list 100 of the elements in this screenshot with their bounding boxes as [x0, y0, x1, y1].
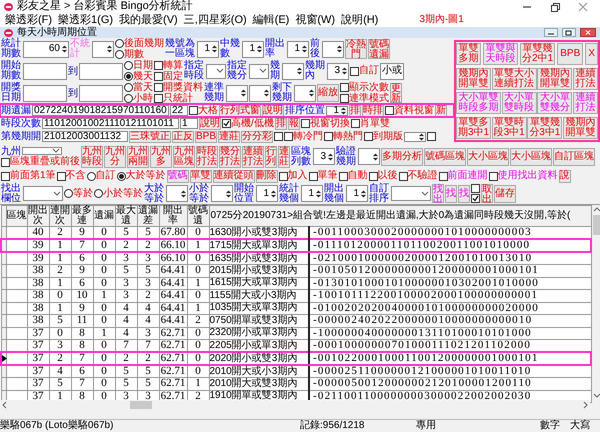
radio-button[interactable]: 後面幾期 [115, 38, 164, 48]
action-button[interactable]: 單雙幾分3中1 [527, 116, 562, 139]
spin-field[interactable] [166, 185, 188, 202]
radio-button[interactable]: 當天 [124, 82, 153, 92]
action-button[interactable]: 連續打法 [242, 146, 264, 168]
text-field[interactable]: 1 [180, 118, 198, 129]
action-button[interactable]: 九州多 [150, 146, 172, 168]
spin-field[interactable]: 1 [301, 185, 323, 202]
spin-field[interactable] [282, 62, 304, 80]
action-button[interactable]: 號碼遺漏 [368, 39, 390, 59]
close-icon[interactable] [578, 2, 588, 12]
action-button[interactable]: BPB [557, 43, 584, 66]
action-button[interactable]: BPB [195, 130, 218, 142]
menu-item[interactable]: 編輯(E) [250, 14, 292, 26]
horizontal-scrollbar[interactable] [0, 400, 590, 410]
radio-button[interactable]: 自訂 [86, 171, 116, 181]
action-button[interactable]: 大小單雙時段多期 [456, 92, 501, 114]
action-button[interactable]: 儲存 [494, 184, 516, 202]
menu-item[interactable]: 樂透彩(F) [2, 14, 56, 26]
action-button[interactable]: 行列式窗 [219, 104, 261, 116]
spin-field[interactable]: 60 [23, 40, 69, 58]
checkbox[interactable] [471, 184, 480, 193]
text-field[interactable]: 110120010021110121101011 [42, 118, 179, 129]
checkbox[interactable]: 高機/低機 [222, 118, 274, 128]
checkbox[interactable]: 加入 [278, 171, 308, 181]
action-button[interactable]: 新 [435, 104, 447, 116]
action-button[interactable]: 單雙 [190, 170, 212, 182]
action-button[interactable]: 大小單雙時段 [502, 92, 537, 114]
action-button[interactable]: 連莊 [218, 130, 240, 142]
action-button[interactable]: 時排 [362, 104, 384, 116]
action-button[interactable]: 九州區塊 [173, 146, 195, 168]
checkbox[interactable]: 只統計 [154, 94, 193, 104]
checkbox[interactable]: 區塊重疊或前後 [1, 157, 80, 167]
menu-item[interactable]: 三,四星彩(O) [180, 14, 250, 26]
action-button[interactable]: 找 [458, 184, 470, 202]
checkbox[interactable] [471, 194, 480, 204]
checkbox[interactable]: 視窗切換 [300, 118, 350, 128]
action-button[interactable]: 多期分析 [381, 148, 423, 166]
radio-button[interactable]: 小時 [124, 94, 153, 104]
spin-field[interactable]: 1 [326, 106, 348, 116]
radio-button[interactable]: 期數 [115, 50, 144, 60]
dropdown-field[interactable] [23, 186, 63, 201]
action-button[interactable]: 連續打法 [572, 68, 598, 90]
checkbox[interactable]: 自動 [338, 171, 368, 181]
action-button[interactable]: 幾分打法 [219, 146, 241, 168]
action-button[interactable]: 號碼 [166, 170, 189, 182]
action-button[interactable]: 大小單雙幾分 [537, 92, 572, 114]
spin-field[interactable]: 1 [242, 40, 264, 58]
checkbox[interactable] [427, 132, 436, 141]
spin-field[interactable] [322, 40, 344, 58]
action-button[interactable]: 取出 [481, 184, 493, 203]
checkbox[interactable]: 顯示次數 [340, 82, 389, 92]
menu-item[interactable]: 視窗(W) [292, 14, 338, 26]
spin-field[interactable] [404, 132, 426, 142]
action-button[interactable]: 說明 [199, 118, 221, 130]
radio-button[interactable]: 小於等於 [94, 188, 143, 198]
radio-button[interactable]: 幾天 [124, 72, 153, 82]
checkbox[interactable]: 到期版 [364, 132, 404, 142]
text-field[interactable] [23, 62, 67, 80]
text-field[interactable] [79, 84, 123, 102]
action-button[interactable]: X [585, 43, 598, 66]
action-button[interactable]: 正反 [172, 130, 194, 142]
text-field[interactable]: 小或 [380, 62, 404, 80]
action-button[interactable]: 說 [558, 170, 571, 182]
spin-field[interactable] [294, 84, 316, 102]
dropdown-field[interactable] [206, 64, 226, 78]
radio-button[interactable]: 日期 [124, 60, 153, 70]
action-button[interactable]: 大小區塊 [510, 148, 552, 166]
spin-field[interactable] [92, 40, 114, 58]
checkbox[interactable]: 轉算 [154, 60, 183, 70]
text-field[interactable]: 22 [170, 105, 188, 116]
dropdown-field[interactable] [391, 186, 431, 201]
action-button[interactable]: 排 [349, 104, 361, 116]
action-button[interactable]: 時段打法 [196, 146, 218, 168]
text-field[interactable] [79, 62, 123, 80]
action-button[interactable]: 單雙幾分2中1 [520, 43, 556, 66]
action-button[interactable]: 單雙時段3中1 [492, 116, 527, 139]
spin-field[interactable]: 3 [313, 148, 335, 165]
radio-button[interactable]: 大於等於 [116, 171, 166, 181]
action-button[interactable]: 九州分 [104, 146, 126, 168]
checkbox[interactable]: 開獎資料 [154, 82, 203, 92]
spin-field[interactable]: 1 [287, 40, 309, 58]
action-button[interactable]: 縮放 [317, 84, 339, 102]
spin-field[interactable] [211, 185, 233, 202]
spin-field[interactable]: 1 [346, 185, 368, 202]
checkbox[interactable]: 轉熱門 [324, 132, 364, 142]
action-button[interactable]: 幾期內開單雙 [537, 68, 572, 90]
text-field[interactable]: 21012003001132 [42, 131, 128, 142]
menu-item[interactable]: 我的最愛(V) [116, 14, 181, 26]
checkbox[interactable]: 大格 [189, 106, 218, 116]
text-field[interactable] [23, 84, 67, 102]
checkbox[interactable]: 固定 [154, 72, 183, 82]
action-button[interactable]: 找 [445, 184, 457, 202]
checkbox[interactable]: 連準模式 [340, 94, 389, 104]
action-button[interactable]: 幾期內開單雙 [562, 116, 598, 139]
dropdown-field[interactable] [22, 147, 62, 155]
action-button[interactable]: 連莊 [278, 146, 290, 168]
action-button[interactable]: 幾期內開單雙 [456, 68, 491, 90]
menu-item[interactable]: 樂透彩1(G) [55, 14, 116, 26]
menu-item[interactable]: 說明(H) [338, 14, 382, 26]
